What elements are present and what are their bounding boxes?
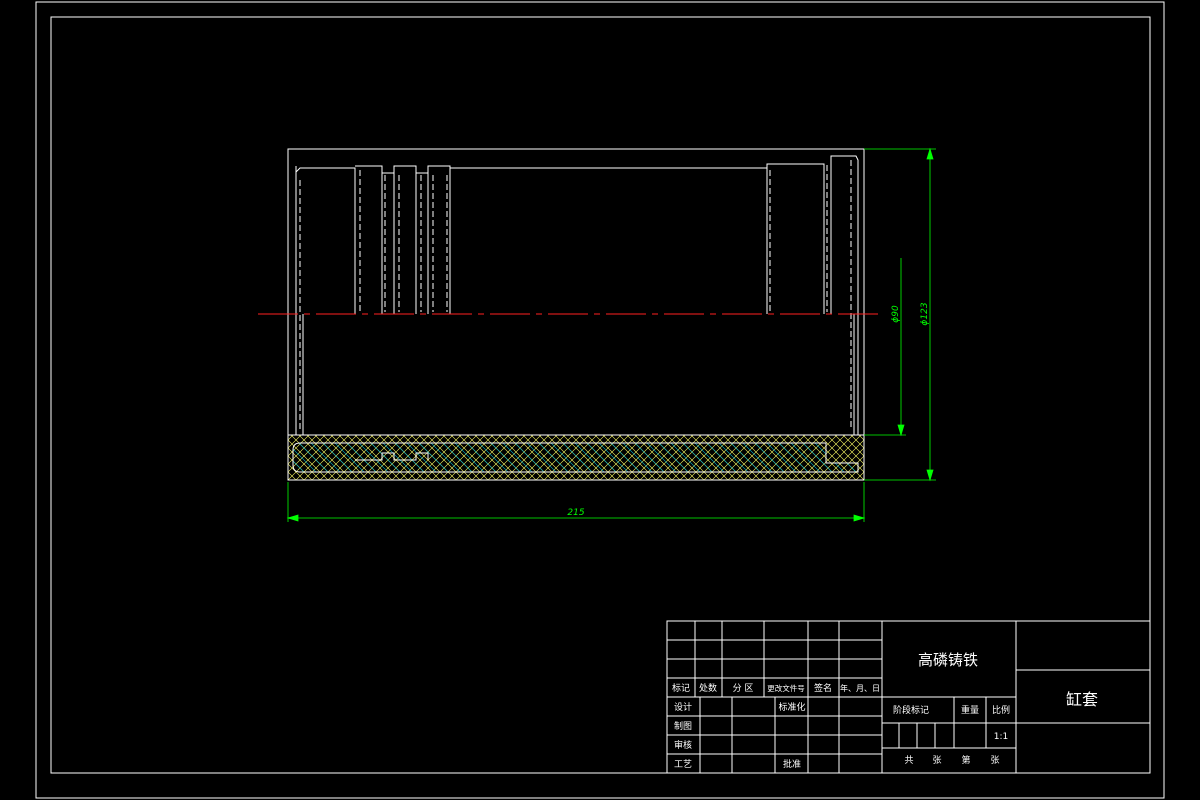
part-name: 缸套 (1066, 690, 1098, 709)
label-change-doc: 更改文件号 (767, 683, 805, 693)
hidden-lines (299, 160, 852, 430)
label-process: 工艺 (674, 759, 692, 770)
label-signature: 签名 (814, 682, 832, 694)
label-count: 处数 (699, 682, 717, 694)
label-scale: 比例 (992, 704, 1010, 716)
sheet-border (35, 1, 1165, 799)
label-zone: 分 区 (733, 683, 754, 694)
label-standardization: 标准化 (778, 701, 805, 713)
dim-length: 215 (567, 508, 584, 518)
label-review: 审核 (674, 739, 692, 751)
label-design: 设计 (674, 701, 692, 713)
label-approve: 批准 (783, 758, 801, 770)
hatched-section (287, 434, 865, 481)
scale-value: 1:1 (994, 732, 1008, 742)
material-name: 高磷铸铁 (918, 651, 978, 669)
cad-drawing: 215 ϕ90 ϕ123 标记 处数 分 区 更改文件号 签名 年、月、日 设计… (35, 1, 1165, 799)
drawing-frame (50, 16, 1151, 774)
label-page-unit: 张 (990, 755, 999, 766)
label-date: 年、月、日 (840, 683, 880, 693)
label-mark: 标记 (672, 682, 690, 694)
dim-outer-diameter: ϕ123 (920, 302, 930, 325)
label-weight: 重量 (961, 704, 979, 716)
label-stage-mark: 阶段标记 (893, 704, 929, 716)
label-sheets-total: 共 (904, 755, 913, 766)
label-sheet-page: 第 (961, 754, 970, 766)
dim-inner-diameter: ϕ90 (891, 305, 901, 323)
label-sheets-unit: 张 (932, 755, 941, 766)
label-drafting: 制图 (674, 720, 692, 732)
